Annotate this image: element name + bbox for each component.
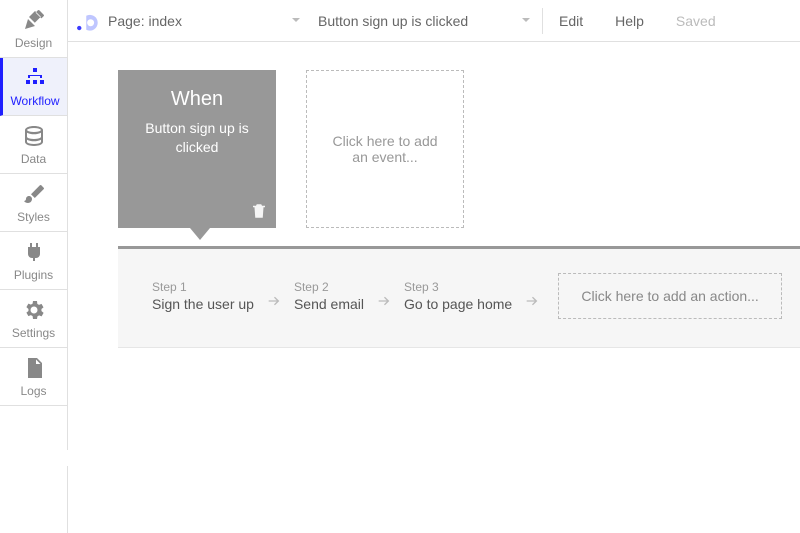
- main: Page: index Button sign up is clicked Ed…: [68, 0, 800, 533]
- sidebar-item-label: Styles: [17, 210, 50, 224]
- workflow-icon: [22, 65, 48, 91]
- event-card-pointer: [190, 228, 210, 240]
- sidebar-item-label: Plugins: [14, 268, 53, 282]
- event-card-desc: Button sign up is clicked: [130, 119, 264, 157]
- topbar-saved: Saved: [660, 0, 732, 41]
- app-root: Design Workflow Data Styles Plugins: [0, 0, 800, 533]
- sidebar-item-plugins[interactable]: Plugins: [0, 232, 67, 290]
- topbar-edit[interactable]: Edit: [543, 0, 599, 41]
- sidebar-item-label: Data: [21, 152, 46, 166]
- action-step-1[interactable]: Step 1 Sign the user up: [152, 280, 254, 312]
- page-dropdown[interactable]: Page: index: [102, 0, 312, 41]
- sidebar-item-logs[interactable]: Logs: [0, 348, 67, 406]
- add-event-placeholder[interactable]: Click here to add an event...: [306, 70, 464, 228]
- actions-row: Step 1 Sign the user up Step 2 Send emai…: [152, 273, 782, 319]
- sidebar-item-label: Settings: [12, 326, 55, 340]
- trash-icon[interactable]: [250, 202, 268, 220]
- arrow-right-icon: [522, 293, 542, 309]
- event-dropdown[interactable]: Button sign up is clicked: [312, 0, 542, 41]
- action-step-3[interactable]: Step 3 Go to page home: [404, 280, 512, 312]
- action-step-num: Step 1: [152, 280, 254, 294]
- sidebar-item-styles[interactable]: Styles: [0, 174, 67, 232]
- arrow-right-icon: [374, 293, 394, 309]
- sidebar-item-label: Design: [15, 36, 52, 50]
- topbar-help[interactable]: Help: [599, 0, 660, 41]
- event-dropdown-label: Button sign up is clicked: [318, 13, 468, 29]
- sidebar-item-label: Workflow: [10, 94, 59, 108]
- sidebar-item-workflow[interactable]: Workflow: [0, 58, 67, 116]
- add-action-placeholder[interactable]: Click here to add an action...: [558, 273, 782, 319]
- action-step-name: Send email: [294, 296, 364, 312]
- sidebar-item-label: Logs: [20, 384, 46, 398]
- page-dropdown-label: Page: index: [108, 13, 182, 29]
- action-step-name: Go to page home: [404, 296, 512, 312]
- workspace: When Button sign up is clicked Click her…: [68, 42, 800, 533]
- action-step-name: Sign the user up: [152, 296, 254, 312]
- sidebar-item-design[interactable]: Design: [0, 0, 67, 58]
- action-step-2[interactable]: Step 2 Send email: [294, 280, 364, 312]
- event-card[interactable]: When Button sign up is clicked: [118, 70, 276, 228]
- styles-icon: [21, 181, 47, 207]
- sidebar-item-settings[interactable]: Settings: [0, 290, 67, 348]
- action-step-num: Step 3: [404, 280, 512, 294]
- chevron-down-icon: [520, 13, 532, 29]
- chevron-down-icon: [290, 13, 302, 29]
- actions-panel: Step 1 Sign the user up Step 2 Send emai…: [118, 246, 800, 348]
- events-row: When Button sign up is clicked Click her…: [118, 70, 464, 228]
- logo: [74, 7, 102, 35]
- topbar: Page: index Button sign up is clicked Ed…: [68, 0, 800, 42]
- logs-icon: [21, 355, 47, 381]
- event-card-title: When: [171, 88, 223, 111]
- arrow-right-icon: [264, 293, 284, 309]
- sidebar: Design Workflow Data Styles Plugins: [0, 0, 68, 533]
- action-step-num: Step 2: [294, 280, 364, 294]
- data-icon: [21, 123, 47, 149]
- design-icon: [21, 7, 47, 33]
- settings-icon: [21, 297, 47, 323]
- sidebar-item-data[interactable]: Data: [0, 116, 67, 174]
- plugins-icon: [21, 239, 47, 265]
